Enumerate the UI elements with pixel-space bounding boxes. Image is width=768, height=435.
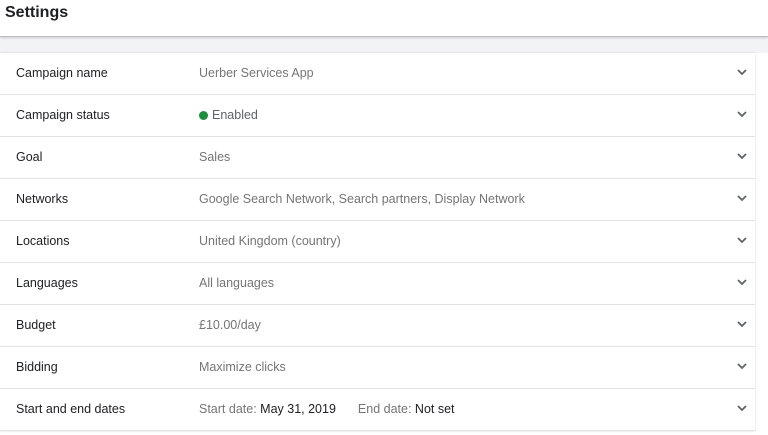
setting-row-campaign-status[interactable]: Campaign status Enabled <box>0 95 755 137</box>
start-date-value: May 31, 2019 <box>260 402 336 416</box>
end-date-label: End date: <box>357 402 412 416</box>
setting-label: Bidding <box>16 360 58 374</box>
setting-value: All languages <box>199 276 275 290</box>
setting-label: Budget <box>16 318 56 332</box>
setting-row-goal[interactable]: Goal Sales <box>0 137 755 179</box>
page-title: Settings <box>5 4 69 21</box>
setting-label: Networks <box>16 192 69 206</box>
setting-label: Campaign status <box>16 108 110 122</box>
chevron-down-icon[interactable] <box>735 149 749 163</box>
setting-row-networks[interactable]: Networks Google Search Network, Search p… <box>0 179 755 221</box>
setting-value: United Kingdom (country) <box>199 234 341 248</box>
header-divider-band <box>0 37 768 53</box>
setting-value: Start date: May 31, 2019 End date: Not se… <box>199 389 455 430</box>
chevron-down-icon[interactable] <box>735 359 749 373</box>
setting-value: Maximize clicks <box>199 360 286 374</box>
settings-panel: Campaign name Uerber Services App Campai… <box>0 53 755 431</box>
setting-value: Sales <box>199 150 231 164</box>
chevron-down-icon[interactable] <box>735 401 749 415</box>
status-text: Enabled <box>212 108 258 122</box>
chevron-down-icon[interactable] <box>735 107 749 121</box>
page-header: Settings <box>0 0 768 37</box>
setting-label: Campaign name <box>16 66 108 80</box>
setting-label: Locations <box>16 234 70 248</box>
setting-row-languages[interactable]: Languages All languages <box>0 263 755 305</box>
setting-value: Enabled <box>199 95 258 136</box>
end-date-value: Not set <box>414 402 455 416</box>
chevron-down-icon[interactable] <box>735 275 749 289</box>
setting-row-locations[interactable]: Locations United Kingdom (country) <box>0 221 755 263</box>
setting-value: Uerber Services App <box>199 66 314 80</box>
setting-value: Google Search Network, Search partners, … <box>199 192 525 206</box>
chevron-down-icon[interactable] <box>735 317 749 331</box>
setting-row-bidding[interactable]: Bidding Maximize clicks <box>0 347 755 389</box>
chevron-down-icon[interactable] <box>735 65 749 79</box>
setting-label: Start and end dates <box>16 402 126 416</box>
setting-value: £10.00/day <box>199 318 261 332</box>
setting-row-budget[interactable]: Budget £10.00/day <box>0 305 755 347</box>
setting-row-campaign-name[interactable]: Campaign name Uerber Services App <box>0 53 755 95</box>
setting-row-start-end-dates[interactable]: Start and end dates Start date: May 31, … <box>0 389 755 431</box>
start-date-label: Start date: <box>199 402 257 416</box>
setting-label: Goal <box>16 150 43 164</box>
setting-label: Languages <box>16 276 78 290</box>
chevron-down-icon[interactable] <box>735 191 749 205</box>
status-enabled-dot-icon <box>199 111 208 120</box>
chevron-down-icon[interactable] <box>735 233 749 247</box>
settings-page: Settings Campaign name Uerber Services A… <box>0 0 768 435</box>
